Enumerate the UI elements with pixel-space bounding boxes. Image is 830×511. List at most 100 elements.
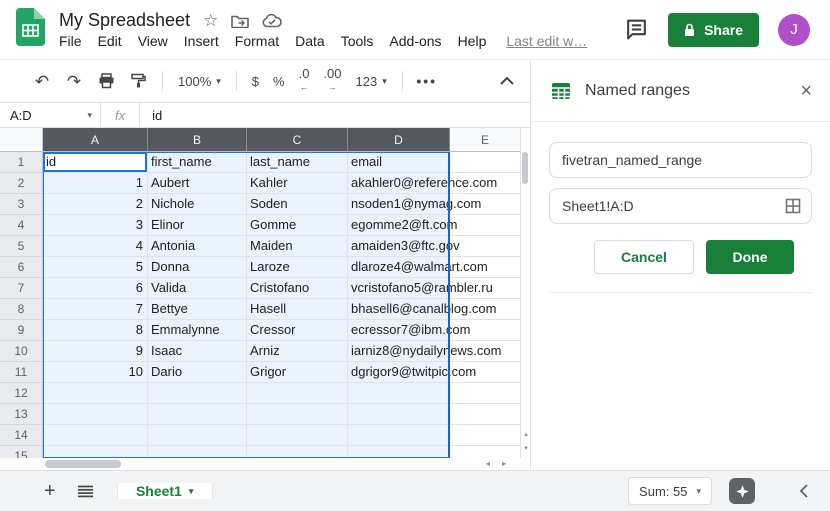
star-icon[interactable]: ☆ — [203, 12, 218, 29]
cell-E14[interactable] — [450, 425, 520, 446]
cell-C12[interactable] — [247, 383, 348, 404]
cell-B3[interactable]: Nichole — [148, 194, 247, 215]
cell-D5[interactable]: amaiden3@ftc.gov — [348, 236, 450, 257]
cell-D1[interactable]: email — [348, 152, 450, 173]
cell-D7[interactable]: vcristofano5@rambler.ru — [348, 278, 450, 299]
cell-B4[interactable]: Elinor — [148, 215, 247, 236]
cell-A13[interactable] — [43, 404, 148, 425]
range-name-input[interactable] — [549, 142, 812, 178]
cell-D15[interactable] — [348, 446, 450, 458]
row-header-8[interactable]: 8 — [0, 299, 43, 320]
cell-B5[interactable]: Antonia — [148, 236, 247, 257]
cell-E5[interactable] — [450, 236, 520, 257]
cell-E7[interactable] — [450, 278, 520, 299]
undo-button[interactable]: ↶ — [29, 67, 55, 95]
menu-format[interactable]: Format — [235, 33, 279, 49]
cell-A9[interactable]: 8 — [43, 320, 148, 341]
sum-badge[interactable]: Sum: 55 ▾ — [628, 477, 712, 505]
cell-B13[interactable] — [148, 404, 247, 425]
cell-A4[interactable]: 3 — [43, 215, 148, 236]
row-header-10[interactable]: 10 — [0, 341, 43, 362]
share-button[interactable]: Share — [668, 13, 759, 47]
cell-C2[interactable]: Kahler — [247, 173, 348, 194]
cell-B10[interactable]: Isaac — [148, 341, 247, 362]
add-sheet-button[interactable]: + — [44, 481, 56, 501]
scroll-left-icon[interactable]: ◂ — [486, 459, 490, 468]
cell-C13[interactable] — [247, 404, 348, 425]
cell-B9[interactable]: Emmalynne — [148, 320, 247, 341]
cell-B1[interactable]: first_name — [148, 152, 247, 173]
cell-B7[interactable]: Valida — [148, 278, 247, 299]
cell-D4[interactable]: egomme2@ft.com — [348, 215, 450, 236]
cell-E15[interactable] — [450, 446, 520, 458]
menu-file[interactable]: File — [59, 33, 82, 49]
row-header-12[interactable]: 12 — [0, 383, 43, 404]
row-header-15[interactable]: 15 — [0, 446, 43, 458]
menu-view[interactable]: View — [138, 33, 168, 49]
column-header-D[interactable]: D — [348, 128, 450, 152]
cell-E10[interactable] — [450, 341, 520, 362]
cell-C10[interactable]: Arniz — [247, 341, 348, 362]
cell-C14[interactable] — [247, 425, 348, 446]
cell-B14[interactable] — [148, 425, 247, 446]
close-icon[interactable]: × — [800, 81, 812, 101]
cell-A8[interactable]: 7 — [43, 299, 148, 320]
cell-C4[interactable]: Gomme — [247, 215, 348, 236]
cell-C9[interactable]: Cressor — [247, 320, 348, 341]
cell-D11[interactable]: dgrigor9@twitpic.com — [348, 362, 450, 383]
account-avatar[interactable]: J — [778, 14, 810, 46]
explore-button[interactable] — [729, 478, 755, 504]
cell-C1[interactable]: last_name — [247, 152, 348, 173]
last-edit-link[interactable]: Last edit w… — [506, 33, 587, 49]
cell-E4[interactable] — [450, 215, 520, 236]
cell-E6[interactable] — [450, 257, 520, 278]
increase-decimal-button[interactable]: .00→ — [316, 67, 348, 95]
all-sheets-menu-icon[interactable] — [78, 485, 93, 498]
cell-A5[interactable]: 4 — [43, 236, 148, 257]
format-currency-button[interactable]: $ — [245, 67, 266, 95]
cell-B11[interactable]: Dario — [148, 362, 247, 383]
cell-A3[interactable]: 2 — [43, 194, 148, 215]
cell-D2[interactable]: akahler0@reference.com — [348, 173, 450, 194]
print-button[interactable] — [93, 67, 119, 95]
paint-format-button[interactable] — [125, 67, 151, 95]
cell-D3[interactable]: nsoden1@nymag.com — [348, 194, 450, 215]
column-header-B[interactable]: B — [148, 128, 247, 152]
menu-addons[interactable]: Add-ons — [389, 33, 441, 49]
cell-C7[interactable]: Cristofano — [247, 278, 348, 299]
format-percent-button[interactable]: % — [266, 67, 292, 95]
horizontal-scrollbar[interactable]: ◂ ▸ — [0, 458, 530, 470]
menu-data[interactable]: Data — [295, 33, 325, 49]
more-toolbar-button[interactable]: ••• — [414, 67, 440, 95]
cell-C8[interactable]: Hasell — [247, 299, 348, 320]
row-header-2[interactable]: 2 — [0, 173, 43, 194]
formula-input[interactable]: id — [140, 108, 162, 123]
column-header-A[interactable]: A — [43, 128, 148, 152]
cell-C15[interactable] — [247, 446, 348, 458]
row-header-4[interactable]: 4 — [0, 215, 43, 236]
cancel-button[interactable]: Cancel — [594, 240, 694, 274]
cell-E9[interactable] — [450, 320, 520, 341]
move-folder-icon[interactable] — [231, 14, 249, 28]
scroll-up-icon[interactable]: ▴ — [521, 430, 530, 438]
cell-D6[interactable]: dlaroze4@walmart.com — [348, 257, 450, 278]
cell-B12[interactable] — [148, 383, 247, 404]
cell-D8[interactable]: bhasell6@canalblog.com — [348, 299, 450, 320]
cell-D14[interactable] — [348, 425, 450, 446]
decrease-decimal-button[interactable]: .0← — [292, 67, 317, 95]
sheet-tab-sheet1[interactable]: Sheet1 ▾ — [117, 483, 213, 499]
vertical-scrollbar[interactable]: ▴ ▾ — [520, 128, 530, 458]
cell-D9[interactable]: ecressor7@ibm.com — [348, 320, 450, 341]
scroll-down-icon[interactable]: ▾ — [521, 444, 530, 452]
cell-D12[interactable] — [348, 383, 450, 404]
document-title[interactable]: My Spreadsheet — [59, 10, 190, 31]
zoom-select[interactable]: 100%▾ — [171, 67, 228, 95]
row-header-13[interactable]: 13 — [0, 404, 43, 425]
cell-E3[interactable] — [450, 194, 520, 215]
cell-C5[interactable]: Maiden — [247, 236, 348, 257]
cell-A2[interactable]: 1 — [43, 173, 148, 194]
vertical-scrollbar-thumb[interactable] — [522, 152, 528, 184]
row-header-3[interactable]: 3 — [0, 194, 43, 215]
cell-A7[interactable]: 6 — [43, 278, 148, 299]
column-header-C[interactable]: C — [247, 128, 348, 152]
